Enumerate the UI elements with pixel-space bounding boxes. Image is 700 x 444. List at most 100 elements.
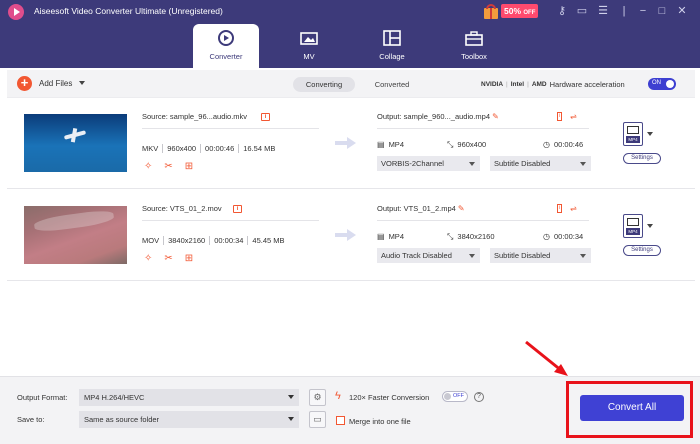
faster-conversion-toggle[interactable]: OFF (442, 391, 468, 402)
output-name: Output: VTS_01_2.mp4 (377, 204, 456, 213)
tab-mv[interactable]: MV (276, 24, 342, 68)
cut-icon[interactable]: ✂ (164, 254, 172, 264)
output-duration: 00:00:34 (553, 232, 584, 241)
promo-suffix: OFF (523, 10, 536, 16)
subtitle-value: Subtitle Disabled (494, 159, 551, 168)
enhance-icon[interactable]: ✧ (144, 254, 152, 264)
source-duration: 00:00:46 (205, 144, 235, 153)
toggle-state: ON (652, 80, 661, 86)
chat-icon[interactable]: ▭ (575, 4, 589, 18)
nvidia-label: NVIDIA (481, 81, 504, 88)
lightning-icon: ϟ (335, 390, 341, 402)
app-logo-icon (8, 4, 24, 20)
toolbar: + Add Files Converting Converted NVIDIA |… (7, 70, 695, 98)
output-format-select[interactable]: MP4 H.264/HEVC (79, 389, 299, 406)
annotation-arrow-icon (525, 340, 568, 376)
help-icon[interactable]: ? (474, 392, 484, 402)
maximize-icon[interactable]: □ (655, 4, 669, 18)
output-name: Output: sample_960..._audio.mp4 (377, 112, 490, 121)
toolbox-icon (465, 31, 483, 46)
separator-icon: | (622, 5, 626, 17)
resolution-icon: ⤡ (447, 140, 454, 149)
output-format-button[interactable]: MP4 (623, 214, 643, 238)
tab-collage[interactable]: Collage (359, 24, 425, 68)
info-icon[interactable]: i (557, 204, 563, 213)
resolution-icon: ⤡ (447, 232, 454, 241)
convert-arrow-icon (335, 137, 357, 149)
enhance-icon[interactable]: ✧ (144, 162, 152, 172)
converter-icon (218, 30, 234, 46)
merge-label: Merge into one file (349, 417, 411, 426)
folder-icon[interactable]: ▭ (309, 411, 326, 428)
gift-icon (483, 3, 499, 19)
convert-arrow-icon (335, 229, 357, 241)
source-name: Source: VTS_01_2.mov (142, 204, 222, 213)
toggle-state: OFF (453, 393, 464, 399)
settings-button[interactable]: Settings (623, 153, 661, 164)
output-format-label: Output Format: (17, 393, 68, 402)
promo-text: 50% (504, 6, 522, 16)
output-duration: 00:00:46 (553, 140, 584, 149)
clock-icon: ◷ (543, 140, 550, 149)
faster-conversion-label: 120× Faster Conversion (349, 393, 430, 402)
format-badge: MP4 (626, 136, 640, 143)
tab-converting[interactable]: Converting (293, 77, 355, 92)
menu-icon[interactable]: ☰ (596, 4, 610, 18)
clock-icon: ◷ (543, 232, 550, 241)
info-icon[interactable]: i (261, 113, 270, 121)
audio-track-dropdown[interactable]: VORBIS-2Channel (377, 156, 480, 171)
source-meta: MKV 960x400 00:00:46 16.54 MB (142, 144, 275, 153)
save-to-label: Save to: (17, 415, 45, 424)
source-resolution: 960x400 (167, 144, 197, 153)
settings-button[interactable]: Settings (623, 245, 661, 256)
amd-label: AMD (531, 81, 547, 88)
source-duration: 00:00:34 (214, 236, 244, 245)
audio-track-value: Audio Track Disabled (381, 251, 452, 260)
subtitle-dropdown[interactable]: Subtitle Disabled (490, 248, 591, 263)
compare-icon[interactable]: ⇌ (570, 112, 577, 121)
source-format: MOV (142, 236, 160, 245)
save-to-value: Same as source folder (84, 415, 160, 424)
source-name: Source: sample_96...audio.mkv (142, 112, 248, 121)
close-icon[interactable]: ✕ (675, 4, 689, 18)
info-icon[interactable]: i (557, 112, 563, 121)
add-files-button[interactable]: Add Files (39, 79, 72, 88)
edit-effects-icon[interactable]: ⊞ (185, 162, 193, 172)
format-caret-icon[interactable] (647, 224, 653, 228)
video-thumbnail[interactable] (24, 114, 127, 172)
add-files-dropdown-caret-icon[interactable] (79, 81, 85, 85)
hw-accel-toggle[interactable]: ON (648, 78, 676, 90)
key-icon[interactable]: ⚷ (555, 4, 569, 18)
rename-pen-icon[interactable]: ✎ (492, 112, 499, 121)
format-caret-icon[interactable] (647, 132, 653, 136)
tab-converted[interactable]: Converted (365, 77, 419, 92)
source-size: 16.54 MB (243, 144, 276, 153)
tab-toolbox[interactable]: Toolbox (441, 24, 507, 68)
add-files-plus-icon[interactable]: + (17, 76, 32, 91)
promo-badge[interactable]: 50% OFF (483, 3, 539, 19)
film-icon: ▤ (377, 232, 385, 241)
cut-icon[interactable]: ✂ (164, 162, 172, 172)
audio-track-dropdown[interactable]: Audio Track Disabled (377, 248, 480, 263)
convert-all-button[interactable]: Convert All (580, 395, 684, 421)
save-to-select[interactable]: Same as source folder (79, 411, 299, 428)
format-settings-icon[interactable]: ⚙ (309, 389, 326, 406)
output-resolution: 3840x2160 (457, 232, 495, 241)
info-icon[interactable]: i (233, 205, 242, 213)
source-size: 45.45 MB (252, 236, 285, 245)
compare-icon[interactable]: ⇌ (570, 204, 577, 213)
tab-converter[interactable]: Converter (193, 24, 259, 68)
minimize-icon[interactable]: − (636, 4, 650, 18)
output-format-value: MP4 H.264/HEVC (84, 393, 145, 402)
edit-effects-icon[interactable]: ⊞ (185, 254, 193, 264)
output-format-button[interactable]: MP4 (623, 122, 643, 146)
mv-icon (300, 32, 318, 45)
film-icon: ▤ (377, 140, 385, 149)
subtitle-dropdown[interactable]: Subtitle Disabled (490, 156, 591, 171)
file-row: Source: sample_96...audio.mkv i MKV 960x… (7, 98, 695, 189)
merge-checkbox[interactable] (336, 416, 345, 425)
intel-label: Intel (510, 81, 525, 88)
rename-pen-icon[interactable]: ✎ (458, 204, 465, 213)
video-thumbnail[interactable] (24, 206, 127, 264)
audio-track-value: VORBIS-2Channel (381, 159, 444, 168)
